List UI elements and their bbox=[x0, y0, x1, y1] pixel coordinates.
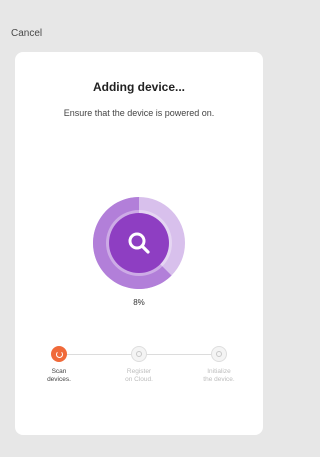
step-register-cloud: Register on Cloud. bbox=[109, 346, 169, 384]
step-scan-devices: Scan devices. bbox=[29, 346, 89, 384]
step-label: Register on Cloud. bbox=[125, 368, 153, 383]
spinner-icon bbox=[51, 346, 67, 362]
device-icon bbox=[211, 346, 227, 362]
progress-percent: 8% bbox=[133, 298, 145, 307]
step-label: Initialize the device. bbox=[203, 368, 235, 383]
progress-ring-graphic bbox=[93, 197, 185, 289]
step-label: Scan devices. bbox=[47, 368, 71, 383]
add-device-screen: Cancel Adding device... Ensure that the … bbox=[0, 0, 272, 457]
cloud-icon bbox=[131, 346, 147, 362]
progress-core bbox=[109, 213, 169, 273]
instruction-text: Ensure that the device is powered on. bbox=[63, 108, 215, 118]
cancel-button[interactable]: Cancel bbox=[11, 28, 42, 39]
progress-ring bbox=[92, 196, 186, 290]
step-initialize-device: Initialize the device. bbox=[189, 346, 249, 384]
progress-card: Adding device... Ensure that the device … bbox=[15, 52, 263, 435]
page-title: Adding device... bbox=[92, 80, 185, 94]
